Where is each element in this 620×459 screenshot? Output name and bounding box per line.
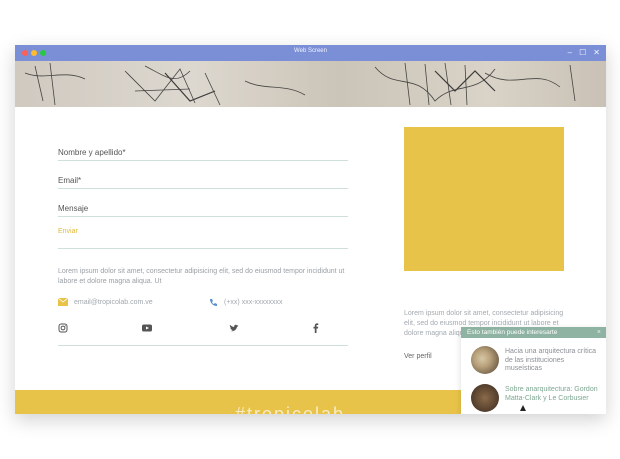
phone-contact[interactable]: (+xx) xxx-xxxxxxxx	[209, 298, 283, 307]
title-bar: Web Screen – ☐ ✕	[15, 45, 606, 61]
contact-description: Lorem ipsum dolor sit amet, consectetur …	[58, 268, 345, 285]
close-icon[interactable]: ×	[597, 327, 601, 338]
mail-icon	[58, 298, 68, 306]
phone-icon	[210, 299, 217, 306]
close-icon[interactable]: ✕	[593, 48, 600, 58]
recommendation-item[interactable]: Hacia una arquitectura crítica de las in…	[471, 346, 601, 376]
profile-image	[404, 127, 564, 271]
browser-window: Web Screen – ☐ ✕ Nombre y apellido* Emai…	[15, 45, 606, 414]
maximize-icon[interactable]: ☐	[579, 48, 586, 58]
name-field[interactable]: Nombre y apellido*	[58, 140, 348, 161]
hero-sketch-image	[15, 61, 606, 107]
facebook-icon[interactable]	[311, 323, 321, 333]
article-thumbnail	[471, 346, 499, 374]
phone-text: (+xx) xxx-xxxxxxxx	[224, 299, 283, 306]
minimize-icon[interactable]: –	[568, 48, 572, 58]
window-title: Web Screen	[294, 48, 327, 54]
name-label: Nombre y apellido*	[58, 148, 126, 157]
message-field[interactable]: Mensaje	[58, 196, 348, 217]
email-contact[interactable]: email@tropicolab.com.ve	[58, 298, 153, 306]
send-button[interactable]: Enviar	[58, 228, 78, 235]
popup-header: Esto también puede interesarte ×	[461, 327, 606, 338]
divider	[58, 345, 348, 346]
popup-title: Esto también puede interesarte	[467, 329, 558, 336]
email-text: email@tropicolab.com.ve	[74, 298, 153, 306]
view-profile-link[interactable]: Ver perfil	[404, 353, 432, 360]
message-label: Mensaje	[58, 204, 89, 213]
article-title: Sobre anarquitectura: Gordon Matta-Clark…	[505, 386, 598, 402]
recommendations-popup: Esto también puede interesarte × Hacia u…	[461, 327, 606, 414]
divider	[58, 248, 348, 249]
youtube-icon[interactable]	[142, 323, 152, 333]
twitter-icon[interactable]	[229, 323, 239, 333]
recommendation-item[interactable]: Sobre anarquitectura: Gordon Matta-Clark…	[471, 384, 601, 414]
footer-band-text: #tropicolab	[235, 404, 346, 414]
social-links	[58, 323, 320, 335]
email-field[interactable]: Email*	[58, 168, 348, 189]
article-title: Hacia una arquitectura crítica de las in…	[505, 348, 597, 372]
mouse-cursor-icon	[520, 405, 526, 411]
instagram-icon[interactable]	[58, 323, 68, 333]
article-thumbnail	[471, 384, 499, 412]
email-label: Email*	[58, 176, 82, 185]
